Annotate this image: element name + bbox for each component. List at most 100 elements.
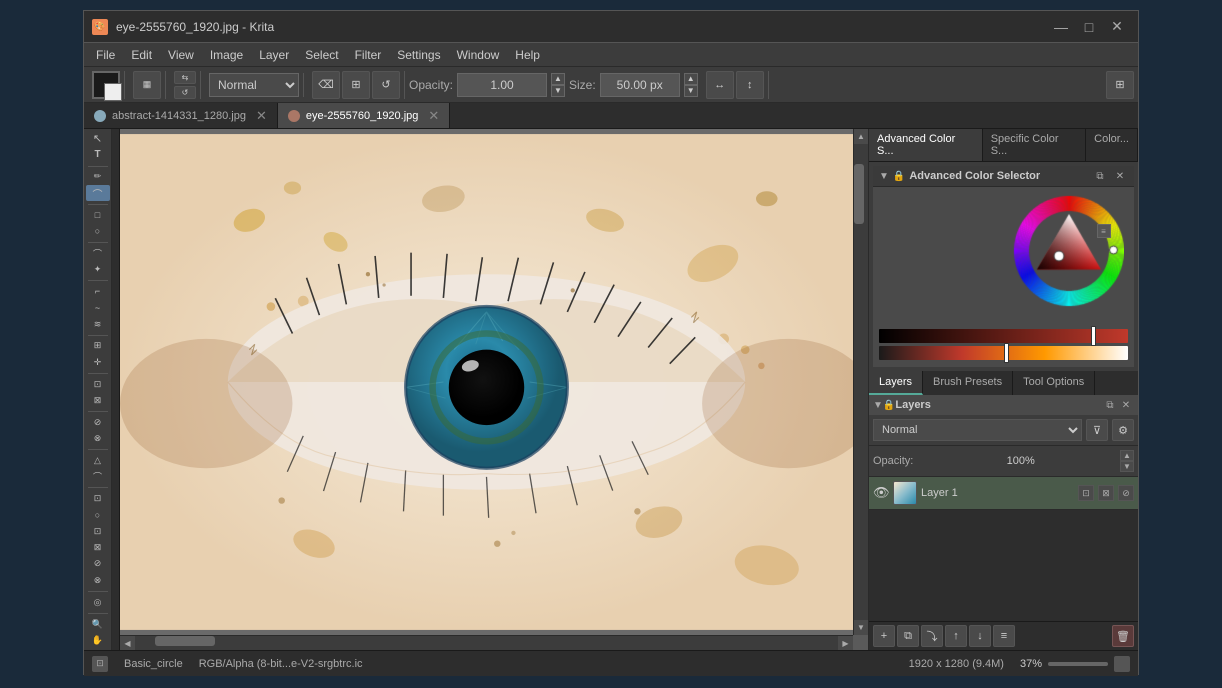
tab-abstract[interactable]: abstract-1414331_1280.jpg ✕ (84, 103, 278, 128)
tab-color[interactable]: Color... (1086, 129, 1138, 161)
opacity-up-btn[interactable]: ▲ (551, 73, 565, 85)
opacity-down-btn[interactable]: ▼ (551, 85, 565, 97)
delete-layer-btn[interactable]: 🗑 (1112, 625, 1134, 647)
add-layer-btn[interactable]: + (873, 625, 895, 647)
tab-eye-close[interactable]: ✕ (428, 109, 439, 122)
foreground-color[interactable] (92, 71, 120, 99)
tool-color-picker[interactable]: ⊘ (86, 415, 110, 430)
tool-smart-patch[interactable]: ⊗ (86, 431, 110, 446)
paint-behind-button[interactable]: ↺ (372, 71, 400, 99)
scroll-down-button[interactable]: ▼ (854, 620, 869, 635)
close-button[interactable]: ✕ (1104, 16, 1130, 38)
opacity-value[interactable]: 1.00 (457, 73, 547, 97)
size-up-btn[interactable]: ▲ (684, 73, 698, 85)
color-wheel-settings[interactable]: ≡ (1097, 224, 1111, 238)
mirror-v-button[interactable]: ↕ (736, 71, 764, 99)
scroll-track-v[interactable] (854, 144, 868, 620)
sat-slider-thumb[interactable] (1004, 343, 1009, 363)
layer-properties-btn[interactable]: ≡ (993, 625, 1015, 647)
tool-select-similar[interactable]: ⊘ (86, 556, 110, 571)
canvas-area[interactable]: ▲ ▼ ◀ ▶ (120, 129, 868, 650)
layer-action-1[interactable]: ⊡ (1078, 485, 1094, 501)
tool-bezier[interactable]: ⌒ (86, 469, 110, 484)
eraser-button[interactable]: ⌫ (312, 71, 340, 99)
size-down-btn[interactable]: ▼ (684, 85, 698, 97)
layers-opacity-up[interactable]: ▲ (1120, 450, 1134, 461)
tab-advanced-color[interactable]: Advanced Color S... (869, 129, 983, 161)
scroll-track-h[interactable] (135, 636, 838, 650)
tool-select-ellipse[interactable]: ○ (86, 507, 110, 522)
tool-smudge[interactable]: ~ (86, 300, 110, 315)
menu-view[interactable]: View (160, 46, 202, 64)
menu-settings[interactable]: Settings (389, 46, 448, 64)
tool-text[interactable]: T (86, 147, 110, 162)
layers-close-btn[interactable]: ✕ (1118, 397, 1134, 413)
layer-action-2[interactable]: ⊠ (1098, 485, 1114, 501)
tool-zoom[interactable]: 🔍 (86, 616, 110, 631)
size-value[interactable]: 50.00 px (600, 73, 680, 97)
tool-paint[interactable]: ✏ (86, 169, 110, 184)
tool-fill[interactable]: ⌐ (86, 284, 110, 299)
menu-image[interactable]: Image (202, 46, 251, 64)
hue-slider-thumb[interactable] (1091, 326, 1096, 346)
color-wheel-canvas[interactable] (884, 191, 1124, 321)
hue-slider-track[interactable] (879, 329, 1128, 343)
minimize-button[interactable]: — (1048, 16, 1074, 38)
tool-crop[interactable]: ⊡ (86, 377, 110, 392)
layer-row-1[interactable]: 👁 Layer 1 ⊡ ⊠ ⊘ (869, 477, 1138, 510)
tool-select-rect[interactable]: ⊡ (86, 491, 110, 506)
tab-layers[interactable]: Layers (869, 371, 923, 395)
layers-expand-icon[interactable]: ▼ (873, 400, 883, 411)
tool-select-magnetic[interactable]: ⊗ (86, 573, 110, 588)
color-swap-button[interactable]: ⇆ (174, 71, 196, 84)
merge-down-btn[interactable]: ⤵ (921, 625, 943, 647)
menu-edit[interactable]: Edit (123, 46, 160, 64)
tab-tool-options[interactable]: Tool Options (1013, 371, 1095, 395)
scroll-up-button[interactable]: ▲ (854, 129, 869, 144)
pattern-button[interactable]: ▦ (133, 71, 161, 99)
panel-toggle-button[interactable]: ⊞ (1106, 71, 1134, 99)
tool-move[interactable]: ✛ (86, 355, 110, 370)
layers-float-btn[interactable]: ⧉ (1102, 397, 1118, 413)
move-layer-down-btn[interactable]: ↓ (969, 625, 991, 647)
tool-gradient[interactable]: ⊠ (86, 393, 110, 408)
layers-opacity-down[interactable]: ▼ (1120, 461, 1134, 472)
layer-action-3[interactable]: ⊘ (1118, 485, 1134, 501)
scroll-left-button[interactable]: ◀ (120, 636, 135, 651)
tool-transform[interactable]: ⊞ (86, 338, 110, 353)
scroll-right-button[interactable]: ▶ (838, 636, 853, 651)
tab-specific-color[interactable]: Specific Color S... (983, 129, 1086, 161)
tool-rect[interactable]: □ (86, 207, 110, 222)
tool-select-path[interactable]: ⊡ (86, 524, 110, 539)
color-reset-button[interactable]: ↺ (174, 86, 196, 99)
copy-layer-btn[interactable]: ⧉ (897, 625, 919, 647)
move-layer-up-btn[interactable]: ↑ (945, 625, 967, 647)
tool-brush[interactable]: ⌒ (86, 185, 110, 200)
tool-pan[interactable]: ✋ (86, 633, 110, 648)
scroll-thumb-v[interactable] (854, 164, 864, 224)
tool-ellipse[interactable]: ○ (86, 224, 110, 239)
blend-mode-select[interactable]: Normal Multiply Screen Overlay (209, 73, 299, 97)
menu-file[interactable]: File (88, 46, 123, 64)
maximize-button[interactable]: □ (1076, 16, 1102, 38)
mirror-h-button[interactable]: ↔ (706, 71, 734, 99)
sat-slider-track[interactable] (879, 346, 1128, 360)
tool-select-color[interactable]: ⊠ (86, 540, 110, 555)
tool-freehand[interactable]: ✦ (86, 262, 110, 277)
menu-window[interactable]: Window (449, 46, 508, 64)
color-panel-float-btn[interactable]: ⧉ (1092, 168, 1108, 184)
menu-layer[interactable]: Layer (251, 46, 297, 64)
tool-measure[interactable]: △ (86, 453, 110, 468)
menu-help[interactable]: Help (507, 46, 548, 64)
menu-filter[interactable]: Filter (347, 46, 390, 64)
layers-blend-select[interactable]: Normal Multiply Screen (873, 419, 1082, 441)
layer-visibility-btn[interactable]: 👁 (873, 485, 889, 501)
color-panel-close-btn[interactable]: ✕ (1112, 168, 1128, 184)
tab-brush-presets[interactable]: Brush Presets (923, 371, 1013, 395)
tab-abstract-close[interactable]: ✕ (256, 109, 267, 122)
tool-path[interactable]: ⌒ (86, 246, 110, 261)
zoom-icon[interactable] (1114, 656, 1130, 672)
layers-filter-btn[interactable]: ⊽ (1086, 419, 1108, 441)
layers-settings-btn[interactable]: ⚙ (1112, 419, 1134, 441)
tool-select[interactable]: ↖ (86, 131, 110, 146)
